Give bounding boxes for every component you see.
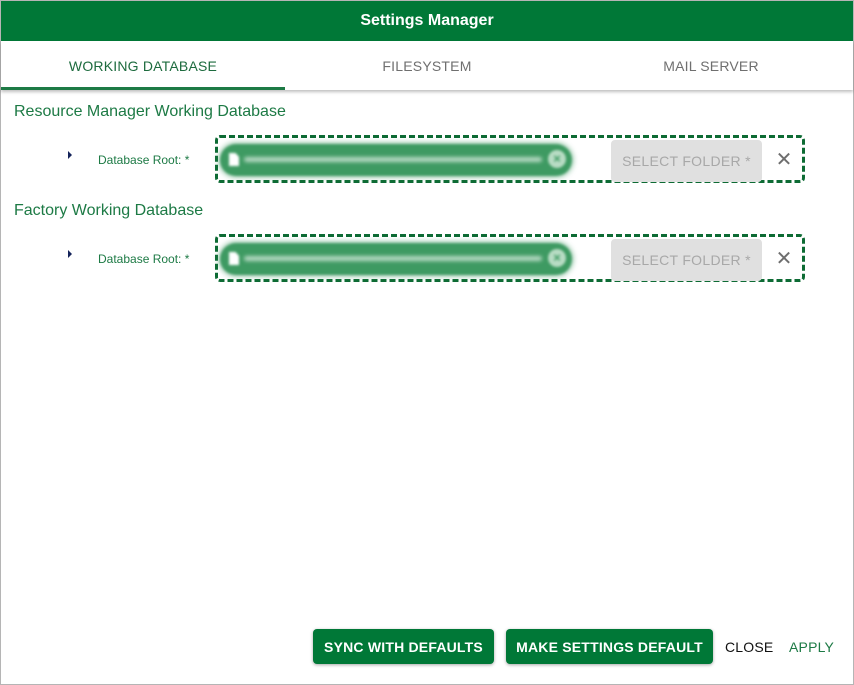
chip-clear-icon[interactable]: ×	[548, 150, 566, 168]
field-label: Database Root: *	[98, 252, 190, 266]
apply-button[interactable]: APPLY	[783, 629, 837, 664]
path-chip[interactable]: ×	[220, 243, 572, 275]
path-chip[interactable]: ×	[220, 144, 572, 176]
bullet-icon	[68, 250, 72, 258]
path-value-blurred	[244, 157, 542, 162]
file-icon	[229, 252, 239, 265]
section-title-resource-manager: Resource Manager Working Database	[14, 103, 286, 120]
select-folder-button[interactable]: SELECT FOLDER *	[611, 239, 762, 281]
path-value-blurred	[244, 256, 542, 261]
tab-working-database[interactable]: WORKING DATABASE	[1, 41, 285, 90]
tab-mail-server[interactable]: MAIL SERVER	[569, 41, 853, 90]
make-settings-default-button[interactable]: MAKE SETTINGS DEFAULT	[506, 629, 713, 664]
tab-filesystem[interactable]: FILESYSTEM	[285, 41, 569, 90]
tab-bar: WORKING DATABASE FILESYSTEM MAIL SERVER	[1, 41, 853, 90]
settings-dialog: Settings Manager WORKING DATABASE FILESY…	[0, 0, 854, 685]
section-title-factory: Factory Working Database	[14, 202, 204, 219]
field-row-resource-manager-root: Database Root: * × SELECT FOLDER * ✕	[1, 135, 853, 187]
close-button[interactable]: CLOSE	[719, 629, 773, 664]
close-icon[interactable]: ✕	[773, 248, 795, 270]
sync-with-defaults-button[interactable]: SYNC WITH DEFAULTS	[313, 629, 494, 664]
dialog-title: Settings Manager	[1, 1, 853, 41]
chip-clear-icon[interactable]: ×	[548, 249, 566, 267]
bullet-icon	[68, 151, 72, 159]
file-icon	[229, 153, 239, 166]
close-icon[interactable]: ✕	[773, 149, 795, 171]
field-label: Database Root: *	[98, 153, 190, 167]
select-folder-button[interactable]: SELECT FOLDER *	[611, 140, 762, 182]
field-row-factory-root: Database Root: * × SELECT FOLDER * ✕	[1, 234, 853, 286]
